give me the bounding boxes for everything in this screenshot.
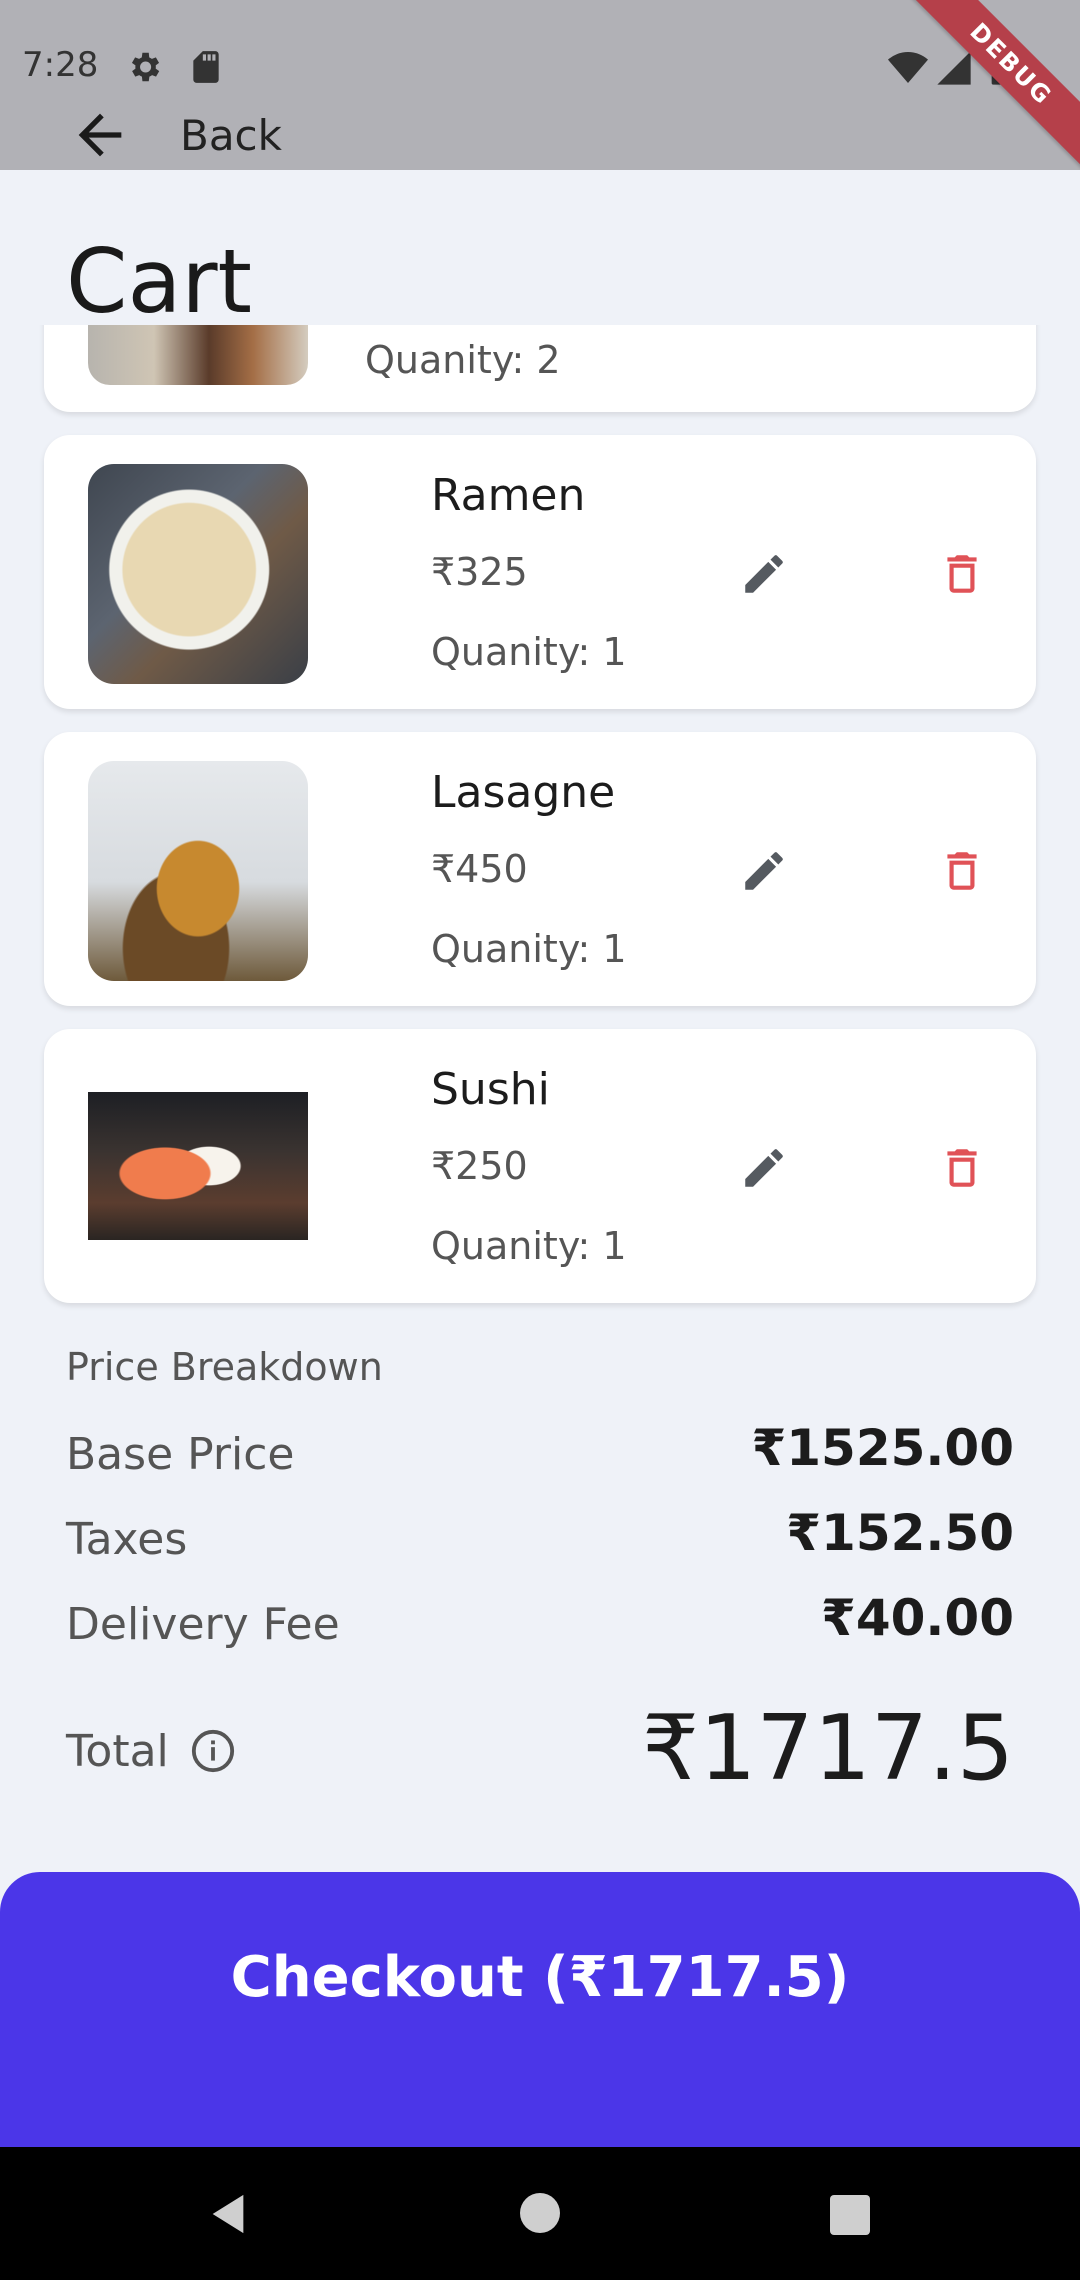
page-title: Cart [66, 230, 253, 333]
delivery-fee-row: Delivery Fee ₹40.00 [66, 1589, 1014, 1674]
item-image [88, 761, 308, 981]
back-button[interactable]: Back [68, 100, 282, 170]
gear-icon [131, 52, 160, 82]
item-name: Ramen [431, 470, 586, 521]
cart-item-card: Ramen ₹325 Quanity: 1 [44, 435, 1036, 709]
back-label: Back [180, 110, 282, 160]
trash-icon [947, 1149, 977, 1187]
item-image [88, 464, 308, 684]
status-icons-left [125, 48, 225, 86]
trash-icon [947, 555, 977, 593]
item-image [88, 1092, 308, 1240]
cart-item-card: Sushi ₹250 Quanity: 1 [44, 1029, 1036, 1303]
edit-button[interactable] [734, 1138, 794, 1198]
pencil-icon [745, 852, 783, 890]
trash-icon [947, 852, 977, 890]
delete-button[interactable] [932, 841, 992, 901]
item-price: ₹250 [431, 1144, 528, 1188]
taxes-label: Taxes [66, 1514, 188, 1565]
taxes-row: Taxes ₹152.50 [66, 1504, 1014, 1589]
nav-home-icon[interactable] [520, 2193, 560, 2233]
signal-icon [937, 51, 971, 85]
breakdown-title: Price Breakdown [66, 1345, 383, 1389]
info-icon[interactable] [190, 1728, 236, 1774]
app-bar: 7:28 DEBUG Back [0, 0, 1080, 170]
taxes-value: ₹152.50 [786, 1504, 1014, 1562]
checkout-button[interactable]: Checkout (₹1717.5) [0, 1872, 1080, 2147]
sd-card-icon [193, 51, 219, 83]
item-price: ₹325 [431, 550, 528, 594]
system-nav-bar [0, 2147, 1080, 2280]
base-price-label: Base Price [66, 1429, 295, 1480]
base-price-row: Base Price ₹1525.00 [66, 1419, 1014, 1504]
item-quantity: Quanity: 1 [431, 630, 627, 674]
status-time: 7:28 [22, 45, 99, 85]
item-name: Sushi [431, 1064, 550, 1115]
item-quantity: Quanity: 2 [365, 338, 561, 382]
item-name: Lasagne [431, 767, 616, 818]
checkout-label: Checkout (₹1717.5) [230, 1945, 850, 2010]
nav-back-icon[interactable] [205, 2191, 251, 2237]
cart-item-card: Lasagne ₹450 Quanity: 1 [44, 732, 1036, 1006]
base-price-value: ₹1525.00 [751, 1419, 1014, 1477]
arrow-left-icon [78, 113, 122, 157]
price-breakdown: Price Breakdown Base Price ₹1525.00 Taxe… [66, 1345, 1014, 1816]
total-row: Total ₹1717.5 [66, 1696, 1014, 1816]
pencil-icon [745, 555, 783, 593]
delete-button[interactable] [932, 1138, 992, 1198]
pencil-icon [745, 1149, 783, 1187]
total-value: ₹1717.5 [641, 1696, 1014, 1801]
delivery-fee-label: Delivery Fee [66, 1599, 340, 1650]
item-price: ₹450 [431, 847, 528, 891]
delete-button[interactable] [932, 544, 992, 604]
item-quantity: Quanity: 1 [431, 927, 627, 971]
edit-button[interactable] [734, 544, 794, 604]
edit-button[interactable] [734, 841, 794, 901]
total-label: Total [66, 1726, 169, 1777]
wifi-icon [888, 52, 928, 83]
nav-recents-icon[interactable] [830, 2195, 870, 2235]
delivery-fee-value: ₹40.00 [821, 1589, 1014, 1647]
item-quantity: Quanity: 1 [431, 1224, 627, 1268]
